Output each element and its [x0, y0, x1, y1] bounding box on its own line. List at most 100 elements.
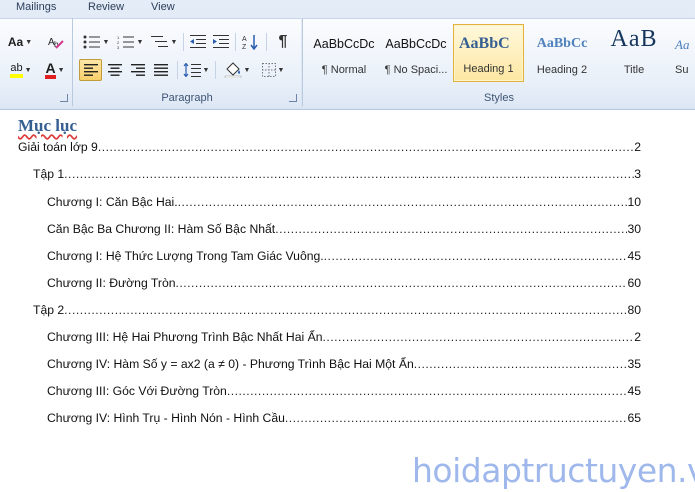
toc-entry[interactable]: Chương IV: Hình Trụ - Hình Nón - Hình Cầ… [47, 407, 641, 425]
toc-leader-dots: ........................................… [64, 303, 628, 317]
style-name: Heading 1 [463, 63, 514, 75]
toc-entry[interactable]: Chương I: Căn Bậc Hai...................… [47, 191, 641, 209]
toc-entry[interactable]: Chương I: Hệ Thức Lượng Trong Tam Giác V… [47, 245, 641, 263]
tab-review[interactable]: Review [88, 1, 124, 13]
toolbar-divider [215, 61, 216, 79]
paragraph-group-label: Paragraph [161, 92, 213, 104]
toc-entry-page: 45 [627, 384, 641, 398]
styles-gallery: AaBbCcDc ¶ Normal AaBbCcDc ¶ No Spaci...… [305, 24, 695, 82]
shading-button[interactable]: ▼ [221, 59, 253, 81]
toc-entry-page: 60 [627, 276, 641, 290]
toc-entry[interactable]: Tập 2...................................… [33, 299, 641, 317]
style-no-spacing[interactable]: AaBbCcDc ¶ No Spaci... [381, 24, 451, 82]
align-center-icon [108, 64, 122, 76]
toc-entry-text: Căn Bậc Ba Chương II: Hàm Số Bậc Nhất [47, 222, 276, 236]
paragraph-dialog-launcher[interactable] [289, 94, 297, 102]
sort-button[interactable]: AZ [239, 31, 263, 53]
align-center-button[interactable] [104, 59, 126, 81]
align-left-button[interactable] [79, 59, 102, 81]
change-case-button[interactable]: Aa ▼ [5, 31, 35, 53]
borders-icon [261, 63, 276, 77]
toolbar-divider [183, 33, 184, 51]
toc-entry[interactable]: Chương II: Đường Tròn...................… [47, 272, 641, 290]
style-sample: AaBbCcDc [385, 37, 447, 51]
toc-leader-dots: ........................................… [226, 384, 628, 398]
toc-entry-page: 30 [627, 222, 641, 236]
toc-entry-text: Chương I: Hệ Thức Lượng Trong Tam Giác V… [47, 249, 324, 263]
multilevel-list-icon [150, 36, 168, 47]
paint-bucket-icon [224, 62, 241, 78]
bullets-button[interactable]: ▼ [81, 31, 111, 53]
style-name: Heading 2 [536, 64, 588, 76]
style-name: Title [623, 64, 645, 76]
document-page[interactable]: Mục lục Giải toán lớp 9.................… [0, 111, 695, 492]
multilevel-list-button[interactable]: ▼ [149, 31, 179, 53]
toc-leader-dots: ........................................… [322, 330, 635, 344]
svg-text:A: A [242, 36, 247, 43]
toc-entry-page: 10 [627, 195, 641, 209]
style-heading-1[interactable]: AaBbC Heading 1 [453, 24, 524, 82]
style-title[interactable]: AaB Title [599, 24, 669, 82]
toolbar-divider [235, 33, 236, 51]
toc-leader-dots: ........................................… [97, 140, 635, 154]
numbering-icon: 123 [117, 35, 134, 49]
toc-entry-text: Chương I: Căn Bậc Hai. [47, 195, 178, 209]
increase-indent-icon [213, 35, 229, 48]
borders-button[interactable]: ▼ [257, 59, 289, 81]
pilcrow-icon: ¶ [278, 33, 288, 50]
toc-leader-dots: ........................................… [64, 167, 635, 181]
toc-entry-text: Tập 2 [33, 303, 65, 317]
toc-entry-text: Chương III: Hệ Hai Phương Trình Bậc Nhất… [47, 330, 323, 344]
toc-leader-dots: ........................................… [175, 276, 628, 290]
align-right-button[interactable] [127, 59, 149, 81]
justify-icon [154, 64, 168, 76]
text-highlight-button[interactable]: ab ▼ [4, 59, 38, 81]
decrease-indent-button[interactable] [187, 31, 209, 53]
tab-mailings[interactable]: Mailings [16, 1, 56, 13]
toc-leader-dots: ........................................… [275, 222, 628, 236]
svg-text:3: 3 [117, 45, 120, 49]
decrease-indent-icon [190, 35, 206, 48]
toc-entry[interactable]: Chương III: Góc Với Đường Tròn..........… [47, 380, 641, 398]
toolbar-divider [266, 33, 267, 51]
justify-button[interactable] [150, 59, 172, 81]
align-right-icon [131, 64, 145, 76]
toc-title[interactable]: Mục lục [18, 116, 77, 136]
toc-leader-dots: ........................................… [323, 249, 628, 263]
sort-icon: AZ [242, 35, 258, 50]
font-group: Aa ▼ Ab ab ▼ A ▼ [0, 18, 72, 108]
font-color-button[interactable]: A ▼ [40, 59, 70, 81]
style-name: Su [675, 64, 689, 76]
toc-entry-text: Chương IV: Hình Trụ - Hình Nón - Hình Cầ… [47, 411, 285, 425]
style-sample: AaB [610, 26, 658, 52]
toc-entry-text: Giải toán lớp 9 [18, 140, 98, 154]
toc-entry[interactable]: Chương III: Hệ Hai Phương Trình Bậc Nhất… [47, 326, 641, 344]
clear-formatting-icon[interactable]: Ab [44, 31, 68, 53]
toc-entry-page: 45 [627, 249, 641, 263]
ribbon: Mailings Review View Aa ▼ Ab ab ▼ A ▼ ▼ 123… [0, 0, 695, 110]
toc-entry[interactable]: Giải toán lớp 9.........................… [18, 136, 641, 154]
style-heading-2[interactable]: AaBbCc Heading 2 [527, 24, 597, 82]
line-spacing-button[interactable]: ▼ [181, 59, 211, 81]
watermark: hoidaptructuyen.vn [412, 451, 695, 490]
toc-entry[interactable]: Căn Bậc Ba Chương II: Hàm Số Bậc Nhất...… [47, 218, 641, 236]
toc-entry-page: 65 [627, 411, 641, 425]
style-name: ¶ Normal [321, 64, 367, 76]
font-dialog-launcher[interactable] [60, 94, 68, 102]
numbering-button[interactable]: 1 2 3 ▼ [115, 31, 145, 53]
toc-entry[interactable]: Tập 1...................................… [33, 163, 641, 181]
increase-indent-button[interactable] [210, 31, 232, 53]
ribbon-tabs: Mailings Review View [0, 0, 695, 18]
toc-leader-dots: ........................................… [284, 411, 628, 425]
style-normal[interactable]: AaBbCcDc ¶ Normal [309, 24, 379, 82]
toc-entry-page: 2 [634, 140, 641, 154]
toolbar-divider [177, 61, 178, 79]
show-formatting-button[interactable]: ¶ [271, 31, 295, 53]
style-subtitle[interactable]: Aa Su [671, 24, 695, 82]
paragraph-group: ▼ 1 2 3 ▼ ▼ AZ ¶ ▼ ▼ ▼ Paragraph [73, 18, 301, 108]
toc-leader-dots: ........................................… [177, 195, 628, 209]
toc-entry[interactable]: Chương IV: Hàm Số y = ax2 (a ≠ 0) - Phươ… [47, 353, 641, 371]
style-name: ¶ No Spaci... [384, 64, 448, 76]
tab-view[interactable]: View [151, 1, 175, 13]
toc-entry-text: Chương III: Góc Với Đường Tròn [47, 384, 227, 398]
